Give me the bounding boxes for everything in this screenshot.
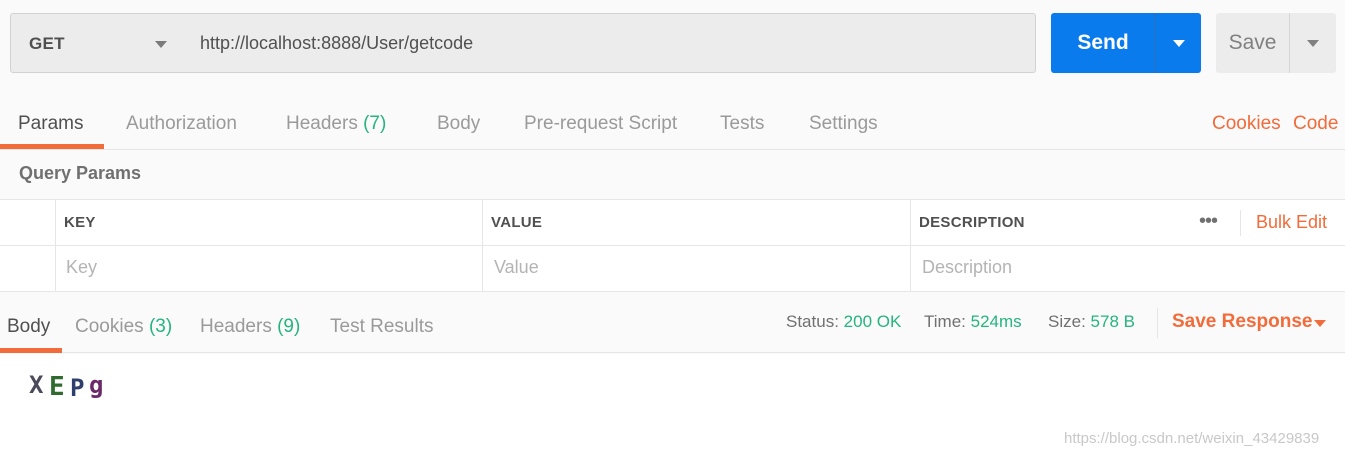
captcha-char: X (29, 371, 44, 399)
tab-authorization[interactable]: Authorization (126, 100, 237, 150)
tab-pre-request-script[interactable]: Pre-request Script (524, 100, 677, 150)
query-params-title: Query Params (19, 163, 142, 183)
active-tab-indicator (0, 144, 104, 149)
active-response-tab-indicator (0, 348, 62, 353)
response-tab-body[interactable]: Body (7, 300, 50, 353)
save-response-button[interactable]: Save Response (1172, 311, 1312, 333)
captcha-char: E (49, 372, 65, 402)
method-label: GET (29, 34, 65, 53)
response-tab-test-results[interactable]: Test Results (330, 300, 433, 353)
bulk-edit-divider (1240, 210, 1241, 236)
chevron-down-icon[interactable] (1314, 320, 1326, 327)
time-info: Time: 524ms (924, 312, 1022, 331)
response-tabs: Body Cookies (3) Headers (9) Test Result… (0, 300, 1345, 353)
column-divider (55, 200, 56, 292)
row-divider (0, 245, 1345, 246)
response-headers-count: (9) (277, 316, 301, 337)
headers-count: (7) (363, 113, 387, 134)
cookies-link[interactable]: Cookies (1212, 100, 1281, 150)
cookies-count: (3) (148, 316, 173, 337)
save-response-divider (1157, 308, 1158, 338)
key-input[interactable]: Key (66, 257, 97, 278)
size-value: 578 B (1090, 312, 1135, 331)
size-info: Size: 578 B (1048, 312, 1135, 331)
code-link[interactable]: Code (1293, 100, 1338, 150)
url-input[interactable] (185, 13, 1036, 73)
more-options-icon[interactable]: ••• (1199, 210, 1218, 233)
captcha-char: P (70, 374, 85, 402)
value-column-header: VALUE (491, 214, 543, 231)
tab-body[interactable]: Body (437, 100, 480, 150)
tab-headers[interactable]: Headers (7) (286, 100, 386, 150)
status-value: 200 OK (843, 312, 902, 331)
value-input[interactable]: Value (494, 257, 539, 278)
response-tab-headers[interactable]: Headers (9) (200, 300, 300, 353)
send-button[interactable]: Send (1051, 13, 1155, 73)
save-options-button[interactable] (1290, 13, 1336, 73)
description-input[interactable]: Description (922, 257, 1012, 278)
send-options-button[interactable] (1156, 13, 1201, 73)
column-divider (482, 200, 483, 292)
captcha-image: X E P g (27, 369, 109, 403)
tab-settings[interactable]: Settings (809, 100, 878, 150)
save-button[interactable]: Save (1216, 13, 1289, 73)
bulk-edit-link[interactable]: Bulk Edit (1256, 212, 1327, 233)
request-tabs: Params Authorization Headers (7) Body Pr… (0, 100, 1345, 150)
description-column-header: DESCRIPTION (919, 214, 1025, 231)
response-tab-cookies[interactable]: Cookies (3) (75, 300, 172, 353)
params-table: KEY VALUE DESCRIPTION ••• Bulk Edit Key … (0, 199, 1345, 292)
save-button-group: Save (1216, 13, 1336, 73)
status-info: Status: 200 OK (786, 312, 902, 331)
request-bar: GET Send Save (0, 0, 1345, 88)
chevron-down-icon (1307, 40, 1319, 47)
watermark: https://blog.csdn.net/weixin_43429839 (1064, 430, 1320, 447)
key-column-header: KEY (64, 214, 96, 231)
time-value: 524ms (970, 312, 1022, 331)
captcha-char: g (89, 371, 104, 399)
chevron-down-icon (1173, 40, 1185, 47)
method-select[interactable]: GET (10, 13, 186, 73)
chevron-down-icon (155, 41, 167, 48)
column-divider (910, 200, 911, 292)
send-button-group: Send (1051, 13, 1201, 73)
tab-params[interactable]: Params (18, 100, 83, 150)
tab-tests[interactable]: Tests (720, 100, 764, 150)
